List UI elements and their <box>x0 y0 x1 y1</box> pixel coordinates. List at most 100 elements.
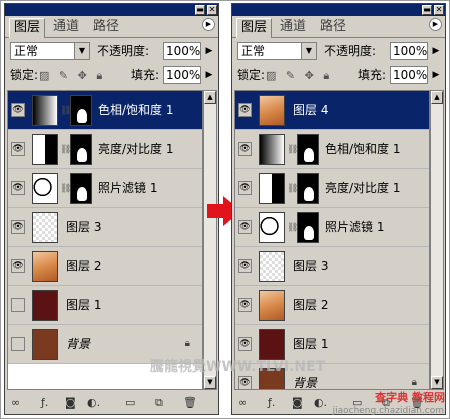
layer-name: 图层 1 <box>66 298 102 312</box>
layer-style-icon[interactable]: ƒ. <box>268 396 275 409</box>
layer-mask-thumbnail[interactable] <box>297 212 319 243</box>
layer-mask-thumbnail[interactable] <box>70 173 92 204</box>
fill-input[interactable]: 100% <box>163 66 201 84</box>
layer-row[interactable]: 👁︎ ⛓ 色相/饱和度 1 <box>8 91 202 130</box>
blend-mode-value: 正常 <box>241 44 266 58</box>
mask-figure <box>77 148 87 162</box>
visibility-eye-icon[interactable]: 👁︎ <box>11 220 25 234</box>
panel-menu-button[interactable]: ▶ <box>202 18 215 31</box>
opacity-arrow-icon[interactable]: ▶ <box>430 42 442 60</box>
visibility-eye-icon[interactable]: 👁︎ <box>238 142 252 156</box>
layer-row[interactable]: 👁︎ 图层 2 <box>235 286 429 325</box>
layers-scrollbar[interactable]: ▲ ▼ <box>430 90 444 390</box>
fill-input[interactable]: 100% <box>390 66 428 84</box>
fill-arrow-icon[interactable]: ▶ <box>203 66 215 84</box>
layer-thumbnail[interactable] <box>32 173 58 204</box>
layer-row[interactable]: 👁︎ ⛓ 照片滤镜 1 <box>8 169 202 208</box>
tab-layers[interactable]: 图层 <box>236 18 273 38</box>
visibility-eye-icon[interactable]: 👁︎ <box>11 181 25 195</box>
scroll-down-icon[interactable]: ▼ <box>204 376 216 389</box>
layer-thumbnail[interactable] <box>32 134 58 165</box>
layer-name: 照片滤镜 1 <box>98 181 158 195</box>
layer-mask-thumbnail[interactable] <box>297 173 319 204</box>
lock-options-icons[interactable]: ▨ ✎ ✥ 🔒︎ <box>39 69 105 83</box>
layer-thumbnail[interactable] <box>259 134 285 165</box>
layer-name: 背景 <box>293 376 318 390</box>
delete-layer-icon[interactable]: 🗑︎ <box>183 396 197 409</box>
add-mask-icon[interactable]: ◙ <box>292 396 303 409</box>
layer-row[interactable]: 👁︎ 图层 3 <box>8 208 202 247</box>
layer-thumbnail[interactable] <box>259 212 285 243</box>
layer-thumbnail[interactable] <box>32 212 58 243</box>
minimize-button[interactable]: ▬ <box>422 5 432 15</box>
layer-thumbnail[interactable] <box>259 251 285 282</box>
layer-mask-thumbnail[interactable] <box>70 95 92 126</box>
close-button[interactable]: ✕ <box>207 5 217 15</box>
blend-mode-select[interactable]: 正常 ▼ <box>10 42 90 60</box>
blend-mode-select[interactable]: 正常 ▼ <box>237 42 317 60</box>
site-watermark: 查字典 教程网 <box>375 391 445 404</box>
visibility-eye-icon[interactable]: 👁︎ <box>238 220 252 234</box>
tab-channels[interactable]: 通道 <box>276 18 310 38</box>
opacity-input[interactable]: 100% <box>163 42 201 60</box>
layer-row[interactable]: 👁︎ ⛓ 亮度/对比度 1 <box>235 169 429 208</box>
layer-thumbnail[interactable] <box>32 329 58 360</box>
visibility-eye-icon[interactable]: 👁︎ <box>238 376 252 389</box>
layer-thumbnail[interactable] <box>259 173 285 204</box>
layer-row[interactable]: 👁︎ 图层 3 <box>235 247 429 286</box>
scroll-up-icon[interactable]: ▲ <box>431 91 443 104</box>
visibility-eye-icon[interactable]: 👁︎ <box>238 298 252 312</box>
layer-thumbnail[interactable] <box>259 290 285 321</box>
layer-thumbnail[interactable] <box>259 95 285 126</box>
opacity-input[interactable]: 100% <box>390 42 428 60</box>
visibility-eye-icon[interactable]: 👁︎ <box>238 103 252 117</box>
close-button[interactable]: ✕ <box>434 5 444 15</box>
new-layer-icon[interactable]: ⧉ <box>155 396 163 410</box>
visibility-eye-icon[interactable]: 👁︎ <box>11 259 25 273</box>
scroll-up-icon[interactable]: ▲ <box>204 91 216 104</box>
layer-mask-thumbnail[interactable] <box>70 134 92 165</box>
minimize-button[interactable]: ▬ <box>195 5 205 15</box>
layers-scrollbar[interactable]: ▲ ▼ <box>203 90 217 390</box>
layer-thumbnail[interactable] <box>32 290 58 321</box>
layer-row[interactable]: 👁︎ 图层 4 <box>235 91 429 130</box>
fill-arrow-icon[interactable]: ▶ <box>430 66 442 84</box>
visibility-eye-icon[interactable] <box>11 337 25 351</box>
visibility-eye-icon[interactable]: 👁︎ <box>11 103 25 117</box>
link-layers-icon[interactable]: ∞ <box>11 396 20 409</box>
layers-list: 👁︎ 图层 4 👁︎ ⛓ 色相/饱和度 1 👁︎ ⛓ 亮度/对比度 1 👁︎ ⛓ 照片滤镜 1 👁︎ 图… <box>234 90 430 390</box>
panel-tabs: 图层 通道 路径 <box>232 16 445 38</box>
layer-thumbnail[interactable] <box>32 95 58 126</box>
opacity-arrow-icon[interactable]: ▶ <box>203 42 215 60</box>
visibility-eye-icon[interactable]: 👁︎ <box>238 181 252 195</box>
tab-layers[interactable]: 图层 <box>9 18 46 38</box>
layer-row[interactable]: 图层 1 <box>8 286 202 325</box>
layer-thumbnail[interactable] <box>32 251 58 282</box>
mask-figure <box>304 148 314 162</box>
tab-paths[interactable]: 路径 <box>316 18 350 38</box>
scroll-down-icon[interactable]: ▼ <box>431 376 443 389</box>
adjustment-layer-icon[interactable]: ◐. <box>87 396 100 409</box>
add-mask-icon[interactable]: ◙ <box>65 396 76 409</box>
visibility-eye-icon[interactable]: 👁︎ <box>11 142 25 156</box>
tab-paths[interactable]: 路径 <box>89 18 123 38</box>
visibility-eye-icon[interactable]: 👁︎ <box>238 337 252 351</box>
layer-row[interactable]: 👁︎ ⛓ 照片滤镜 1 <box>235 208 429 247</box>
layer-name: 图层 2 <box>293 298 329 312</box>
layer-name: 亮度/对比度 1 <box>325 181 401 195</box>
visibility-eye-icon[interactable]: 👁︎ <box>238 259 252 273</box>
new-group-icon[interactable]: ▭ <box>125 396 135 409</box>
layer-name: 亮度/对比度 1 <box>98 142 174 156</box>
panel-titlebar: ▬ ✕ <box>232 4 445 16</box>
lock-options-icons[interactable]: ▨ ✎ ✥ 🔒︎ <box>266 69 332 83</box>
visibility-eye-icon[interactable] <box>11 298 25 312</box>
layer-row[interactable]: 👁︎ ⛓ 色相/饱和度 1 <box>235 130 429 169</box>
layer-row[interactable]: 👁︎ ⛓ 亮度/对比度 1 <box>8 130 202 169</box>
tab-channels[interactable]: 通道 <box>49 18 83 38</box>
layer-row[interactable]: 👁︎ 图层 2 <box>8 247 202 286</box>
layer-mask-thumbnail[interactable] <box>297 134 319 165</box>
adjustment-layer-icon[interactable]: ◐. <box>314 396 327 409</box>
link-layers-icon[interactable]: ∞ <box>238 396 247 409</box>
panel-menu-button[interactable]: ▶ <box>429 18 442 31</box>
layer-style-icon[interactable]: ƒ. <box>41 396 48 409</box>
